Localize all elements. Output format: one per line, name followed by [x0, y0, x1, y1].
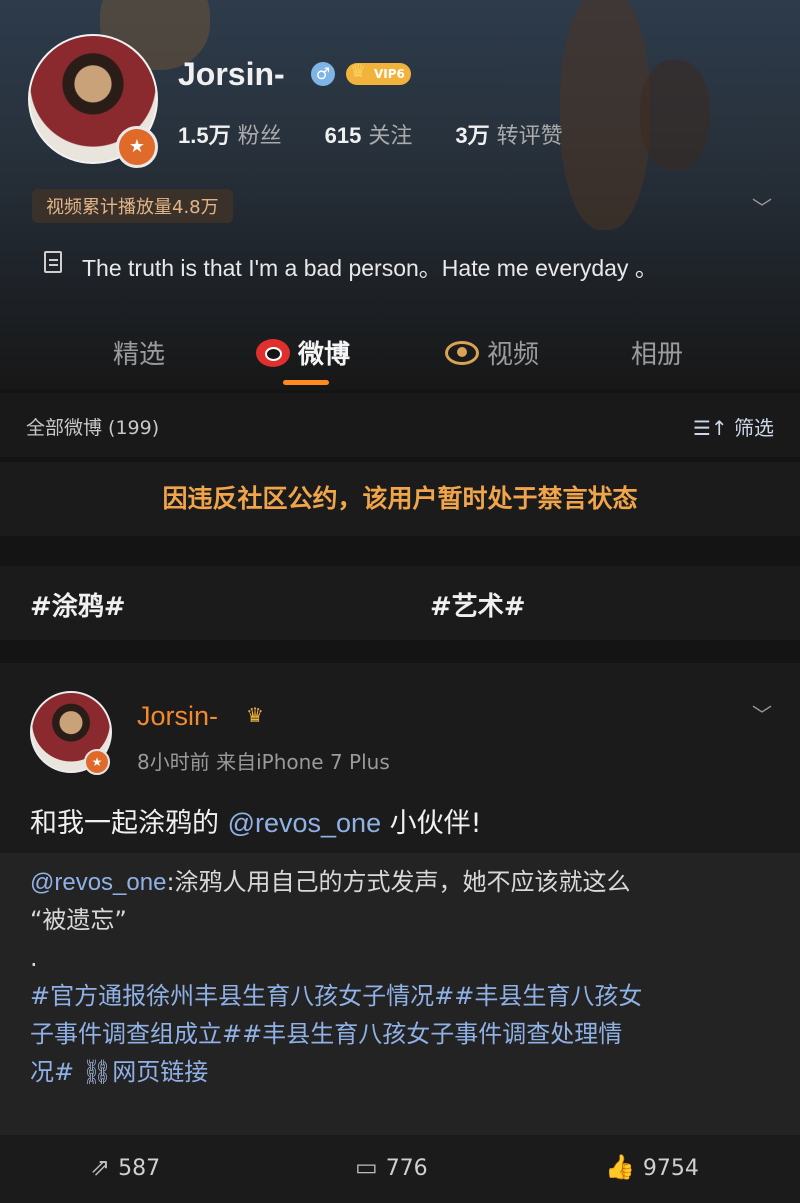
- tab-label: 视频: [487, 340, 540, 370]
- post-text-before: 和我一起涂鸦的: [30, 808, 228, 839]
- profile-header: ★ Jorsin- ♂ ♛ VIP6 1.5万 粉丝 615 关注 3万 转评赞…: [0, 0, 800, 390]
- stat-value: 3万: [455, 123, 490, 148]
- repost-topic-line[interactable]: #官方通报徐州丰县生育八孩女子情况##丰县生育八孩女: [30, 977, 770, 1015]
- repost-text-line: @revos_one:涂鸦人用自己的方式发声，她不应该就这么: [30, 863, 770, 902]
- topic-tag[interactable]: #艺术#: [430, 586, 526, 623]
- background-figure: [560, 0, 650, 230]
- profile-tabs: 精选 微博 视频 相册: [0, 318, 800, 390]
- profile-name: Jorsin-: [178, 56, 285, 92]
- document-icon: [44, 251, 62, 273]
- post-time: 8小时前: [137, 750, 210, 774]
- male-gender-icon: ♂: [311, 62, 335, 86]
- post-source: 来自iPhone 7 Plus: [216, 750, 390, 774]
- like-button[interactable]: 👍 9754: [605, 1153, 699, 1181]
- stat-interactions[interactable]: 3万 转评赞: [455, 118, 562, 150]
- tab-album[interactable]: 相册: [631, 334, 683, 371]
- active-tab-indicator: [283, 380, 329, 385]
- tab-label: 微博: [298, 340, 351, 370]
- topic-row: #涂鸦# #艺术#: [0, 566, 800, 640]
- profile-bio: The truth is that I'm a bad person。Hate …: [82, 255, 658, 281]
- stat-label: 转评赞: [496, 124, 563, 149]
- vip-crown-icon: ♛: [246, 703, 264, 727]
- post-author[interactable]: Jorsin-: [137, 701, 218, 732]
- comment-button[interactable]: ▭ 776: [355, 1153, 428, 1181]
- mention-link[interactable]: @revos_one: [228, 808, 382, 838]
- tab-video[interactable]: 视频: [445, 334, 539, 371]
- comment-count: 776: [385, 1156, 428, 1181]
- post-meta: 8小时前 来自iPhone 7 Plus: [137, 746, 390, 775]
- chevron-down-icon[interactable]: ﹀: [752, 192, 772, 221]
- web-link[interactable]: 网页链接: [112, 1058, 208, 1086]
- vip-badge[interactable]: ♛ VIP6: [346, 61, 411, 85]
- comment-icon: ▭: [355, 1153, 378, 1181]
- crown-icon: ♛: [350, 61, 367, 82]
- filter-icon: ☰↑: [692, 416, 728, 440]
- stat-following[interactable]: 615 关注: [325, 118, 413, 150]
- repost-author-link[interactable]: @revos_one: [30, 869, 166, 896]
- share-icon: ⇗: [90, 1153, 111, 1181]
- tab-label: 相册: [631, 340, 684, 370]
- vip-label: VIP6: [374, 67, 405, 81]
- tab-weibo[interactable]: 微博: [256, 334, 350, 371]
- chevron-down-icon[interactable]: ﹀: [752, 699, 772, 728]
- repost-topic-tail[interactable]: 况#: [30, 1058, 74, 1086]
- stat-value: 1.5万: [178, 123, 231, 148]
- repost-text-line: .: [30, 944, 38, 972]
- filter-label: 筛选: [734, 416, 774, 440]
- post-text-after: 小伙伴!: [381, 808, 482, 839]
- all-posts-count: 全部微博 (199): [26, 417, 160, 439]
- repost-button[interactable]: ⇗ 587: [90, 1153, 160, 1181]
- stat-label: 粉丝: [237, 124, 282, 149]
- link-icon: ⛓: [81, 1058, 113, 1086]
- video-eye-icon: [445, 341, 479, 365]
- stat-followers[interactable]: 1.5万 粉丝: [178, 118, 282, 150]
- background-figure: [640, 60, 710, 170]
- stat-value: 615: [324, 123, 362, 148]
- post-text: 和我一起涂鸦的 @revos_one 小伙伴!: [30, 801, 482, 840]
- repost-text: :涂鸦人用自己的方式发声，她不应该就这么: [166, 868, 631, 896]
- repost-text-line: “被遗忘”: [30, 906, 127, 934]
- feed-filter-bar: 全部微博 (199) ☰↑ 筛选: [0, 393, 800, 457]
- verified-badge-icon: ★: [116, 126, 158, 168]
- reposted-content[interactable]: @revos_one:涂鸦人用自己的方式发声，她不应该就这么 “被遗忘” . #…: [0, 853, 800, 1135]
- tab-featured[interactable]: 精选: [113, 334, 165, 371]
- ban-notice: 因违反社区公约，该用户暂时处于禁言状态: [0, 462, 800, 536]
- thumbs-up-icon: 👍: [605, 1153, 635, 1181]
- repost-topic-line[interactable]: 子事件调查组成立##丰县生育八孩女子事件调查处理情: [30, 1015, 770, 1053]
- topic-tag[interactable]: #涂鸦#: [30, 586, 126, 623]
- video-play-count: 视频累计播放量4.8万: [32, 189, 233, 223]
- tab-label: 精选: [113, 340, 166, 370]
- weibo-post: ★ Jorsin- ♛ 8小时前 来自iPhone 7 Plus ﹀ 和我一起涂…: [0, 663, 800, 1203]
- weibo-logo-icon: [256, 339, 290, 367]
- verified-badge-icon: ★: [84, 749, 110, 775]
- repost-count: 587: [118, 1156, 161, 1181]
- post-actions: ⇗ 587 ▭ 776 👍 9754: [0, 1143, 800, 1203]
- filter-button[interactable]: ☰↑ 筛选: [693, 412, 774, 441]
- like-count: 9754: [642, 1156, 699, 1181]
- stat-label: 关注: [368, 124, 413, 149]
- repost-topic-line: 况# ⛓网页链接: [30, 1053, 770, 1091]
- profile-stats: 1.5万 粉丝 615 关注 3万 转评赞: [178, 118, 599, 150]
